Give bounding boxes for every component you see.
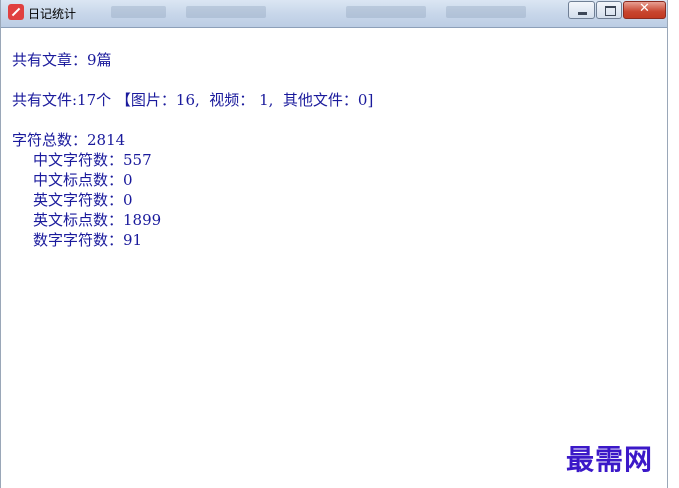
watermark-text: 最需网 xyxy=(566,443,654,476)
stats-window: 日记统计 ✕ 共有文章：9篇 共有文件:17个 【图片：16, 视频： 1, 其… xyxy=(0,0,668,488)
blurred-background xyxy=(111,6,166,18)
close-icon: ✕ xyxy=(639,1,650,16)
maximize-button[interactable] xyxy=(596,1,622,19)
blurred-background xyxy=(346,6,426,18)
chinese-char-count: 中文字符数：557 xyxy=(33,151,152,169)
digit-char-count: 数字字符数：91 xyxy=(33,231,143,249)
window-title: 日记统计 xyxy=(28,7,77,21)
close-button[interactable]: ✕ xyxy=(623,1,666,19)
chinese-punct-count: 中文标点数：0 xyxy=(33,171,133,189)
stats-content: 共有文章：9篇 共有文件:17个 【图片：16, 视频： 1, 其他文件：0] … xyxy=(12,50,373,250)
title-bar[interactable]: 日记统计 ✕ xyxy=(1,0,667,28)
minimize-button[interactable] xyxy=(568,1,595,19)
blurred-background xyxy=(186,6,266,18)
app-icon xyxy=(8,4,24,20)
file-count: 共有文件:17个 【图片：16, 视频： 1, 其他文件：0] xyxy=(12,91,374,109)
english-punct-count: 英文标点数：1899 xyxy=(33,211,162,229)
total-char-count: 字符总数：2814 xyxy=(12,131,126,149)
article-count: 共有文章：9篇 xyxy=(12,51,112,69)
blurred-background xyxy=(446,6,526,18)
english-char-count: 英文字符数：0 xyxy=(33,191,133,209)
